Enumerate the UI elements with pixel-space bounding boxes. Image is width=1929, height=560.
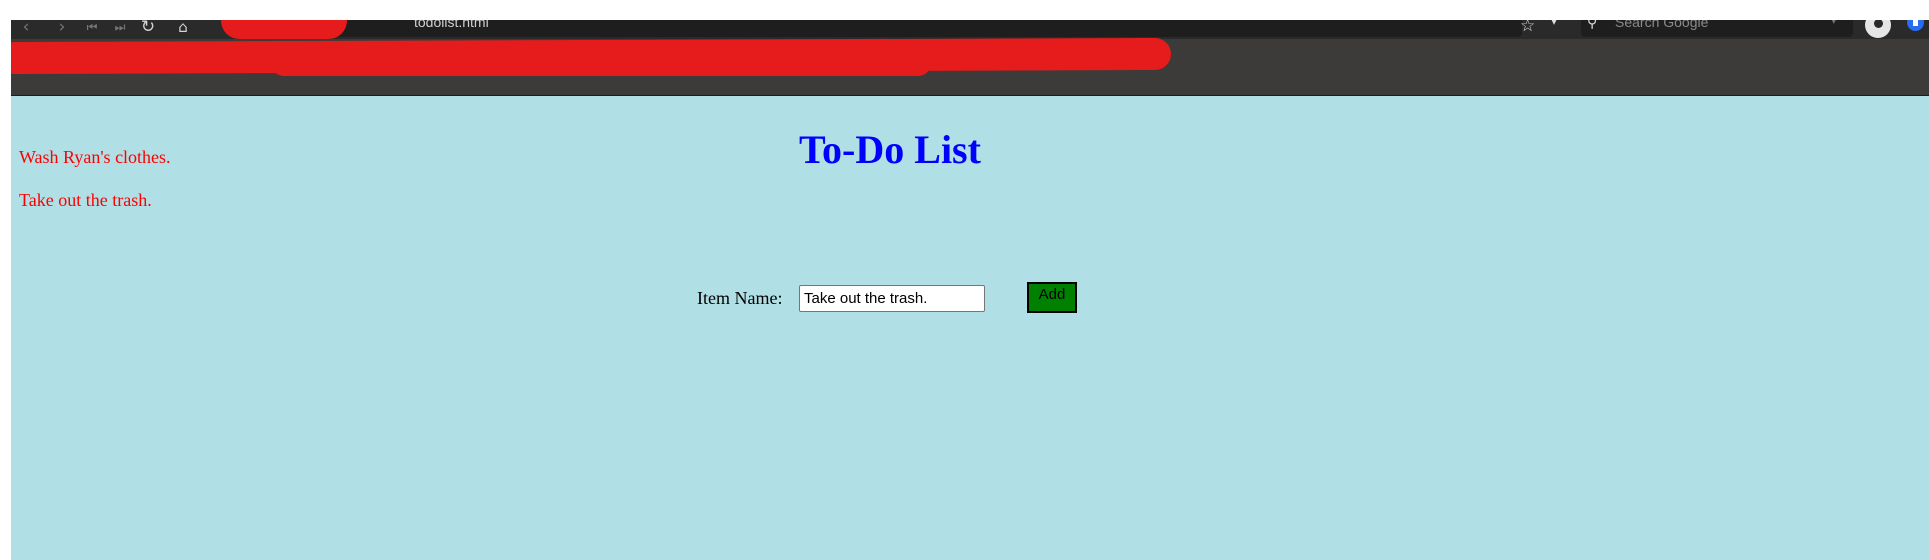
back-arrow-icon[interactable]: ‹ — [13, 20, 39, 39]
skip-end-icon[interactable]: ⏭ — [107, 20, 133, 39]
search-bar[interactable]: ⚲ Search Google ▾ — [1581, 20, 1853, 37]
item-name-input[interactable] — [799, 285, 985, 312]
list-item: Take out the trash. — [19, 190, 152, 210]
reload-icon[interactable]: ↻ — [135, 20, 161, 39]
url-bar[interactable]: ⛉ todolist.html — [254, 20, 1522, 37]
search-input[interactable]: Search Google — [1615, 20, 1708, 30]
page-title: To-Do List — [799, 127, 981, 172]
url-text[interactable]: todolist.html — [414, 20, 489, 30]
skip-start-icon[interactable]: ⏮ — [79, 20, 105, 39]
account-icon[interactable] — [1865, 20, 1891, 38]
item-name-label: Item Name: — [697, 288, 783, 308]
redaction-mark — [221, 20, 347, 39]
chevron-down-icon[interactable]: ▾ — [1551, 20, 1557, 28]
chevron-down-icon[interactable]: ▾ — [1831, 20, 1837, 27]
extension-icon[interactable] — [1907, 20, 1924, 31]
forward-arrow-icon[interactable]: › — [49, 20, 75, 39]
redaction-mark — [271, 50, 931, 76]
search-icon: ⚲ — [1587, 20, 1598, 31]
add-button[interactable]: Add — [1027, 282, 1077, 313]
todo-list: Wash Ryan's clothes. Take out the trash. — [19, 146, 171, 232]
list-item: Wash Ryan's clothes. — [19, 147, 171, 167]
browser-window: ‹ › ⏮ ⏭ ↻ ⌂ ⛉ todolist.html ☆ ▾ ⚲ Search… — [11, 20, 1929, 560]
bookmark-star-icon[interactable]: ☆ — [1520, 20, 1535, 36]
home-icon[interactable]: ⌂ — [170, 20, 196, 39]
